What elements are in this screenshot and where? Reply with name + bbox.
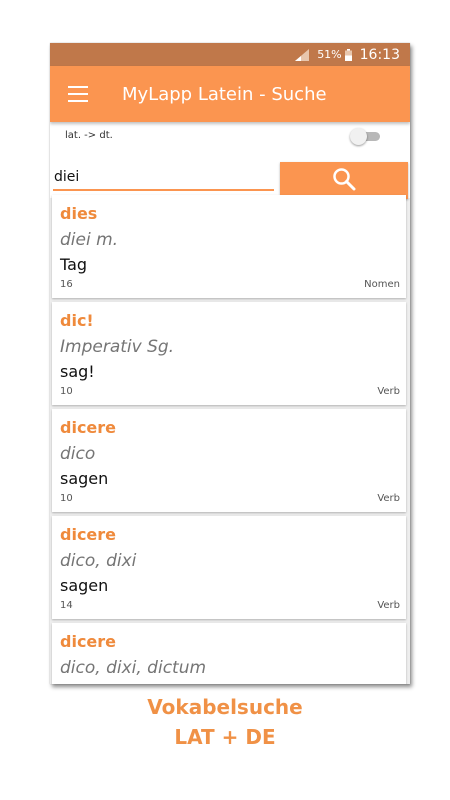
toggle-thumb xyxy=(350,128,367,145)
search-icon xyxy=(332,167,356,194)
result-meaning: Tag xyxy=(60,255,88,274)
result-forms: dico, dixi xyxy=(60,551,137,571)
result-count: 10 xyxy=(60,493,73,504)
result-forms: Imperativ Sg. xyxy=(60,337,175,357)
menu-icon[interactable] xyxy=(68,86,88,102)
result-forms: dico xyxy=(60,444,96,464)
result-word-type: Verb xyxy=(377,493,400,504)
phone-screen: 51% 16:13 MyLapp Latein - Suche lat. -> … xyxy=(50,43,410,684)
battery-icon xyxy=(344,48,352,61)
list-item[interactable]: dicere dico, dixi sagen 14 Verb xyxy=(52,516,406,619)
direction-toggle[interactable] xyxy=(350,128,380,145)
search-input[interactable] xyxy=(53,165,274,191)
signal-icon xyxy=(295,48,310,61)
result-word-type: Verb xyxy=(377,386,400,397)
result-word-type: Nomen xyxy=(364,279,400,290)
search-controls: lat. -> dt. xyxy=(50,122,410,199)
result-word-type: Verb xyxy=(377,600,400,611)
result-meaning: sagen xyxy=(60,576,109,595)
result-count: 10 xyxy=(60,386,73,397)
status-bar: 51% 16:13 xyxy=(50,43,410,66)
list-item[interactable]: dic! Imperativ Sg. sag! 10 Verb xyxy=(52,302,406,405)
battery-percent: 51% xyxy=(317,48,342,61)
caption-line-2: LAT + DE xyxy=(174,725,276,749)
list-item[interactable]: dicere dico sagen 10 Verb xyxy=(52,409,406,512)
list-item[interactable]: dies diei m. Tag 16 Nomen xyxy=(52,195,406,298)
page-title: MyLapp Latein - Suche xyxy=(122,83,327,105)
result-forms: diei m. xyxy=(60,230,119,250)
result-lemma: dies xyxy=(60,204,98,223)
result-count: 16 xyxy=(60,279,73,290)
result-lemma: dicere xyxy=(60,632,117,651)
direction-label: lat. -> dt. xyxy=(65,130,113,141)
result-meaning: sagen xyxy=(60,469,109,488)
result-count: 14 xyxy=(60,600,73,611)
app-bar: MyLapp Latein - Suche xyxy=(50,66,410,122)
result-lemma: dicere xyxy=(60,418,117,437)
result-lemma: dicere xyxy=(60,525,117,544)
caption-line-1: Vokabelsuche xyxy=(147,695,303,719)
search-button[interactable] xyxy=(280,162,408,199)
result-lemma: dic! xyxy=(60,311,94,330)
result-meaning: sag! xyxy=(60,362,95,381)
result-forms: dico, dixi, dictum xyxy=(60,658,207,678)
list-item[interactable]: dicere dico, dixi, dictum xyxy=(52,623,406,684)
status-time: 16:13 xyxy=(359,46,400,63)
